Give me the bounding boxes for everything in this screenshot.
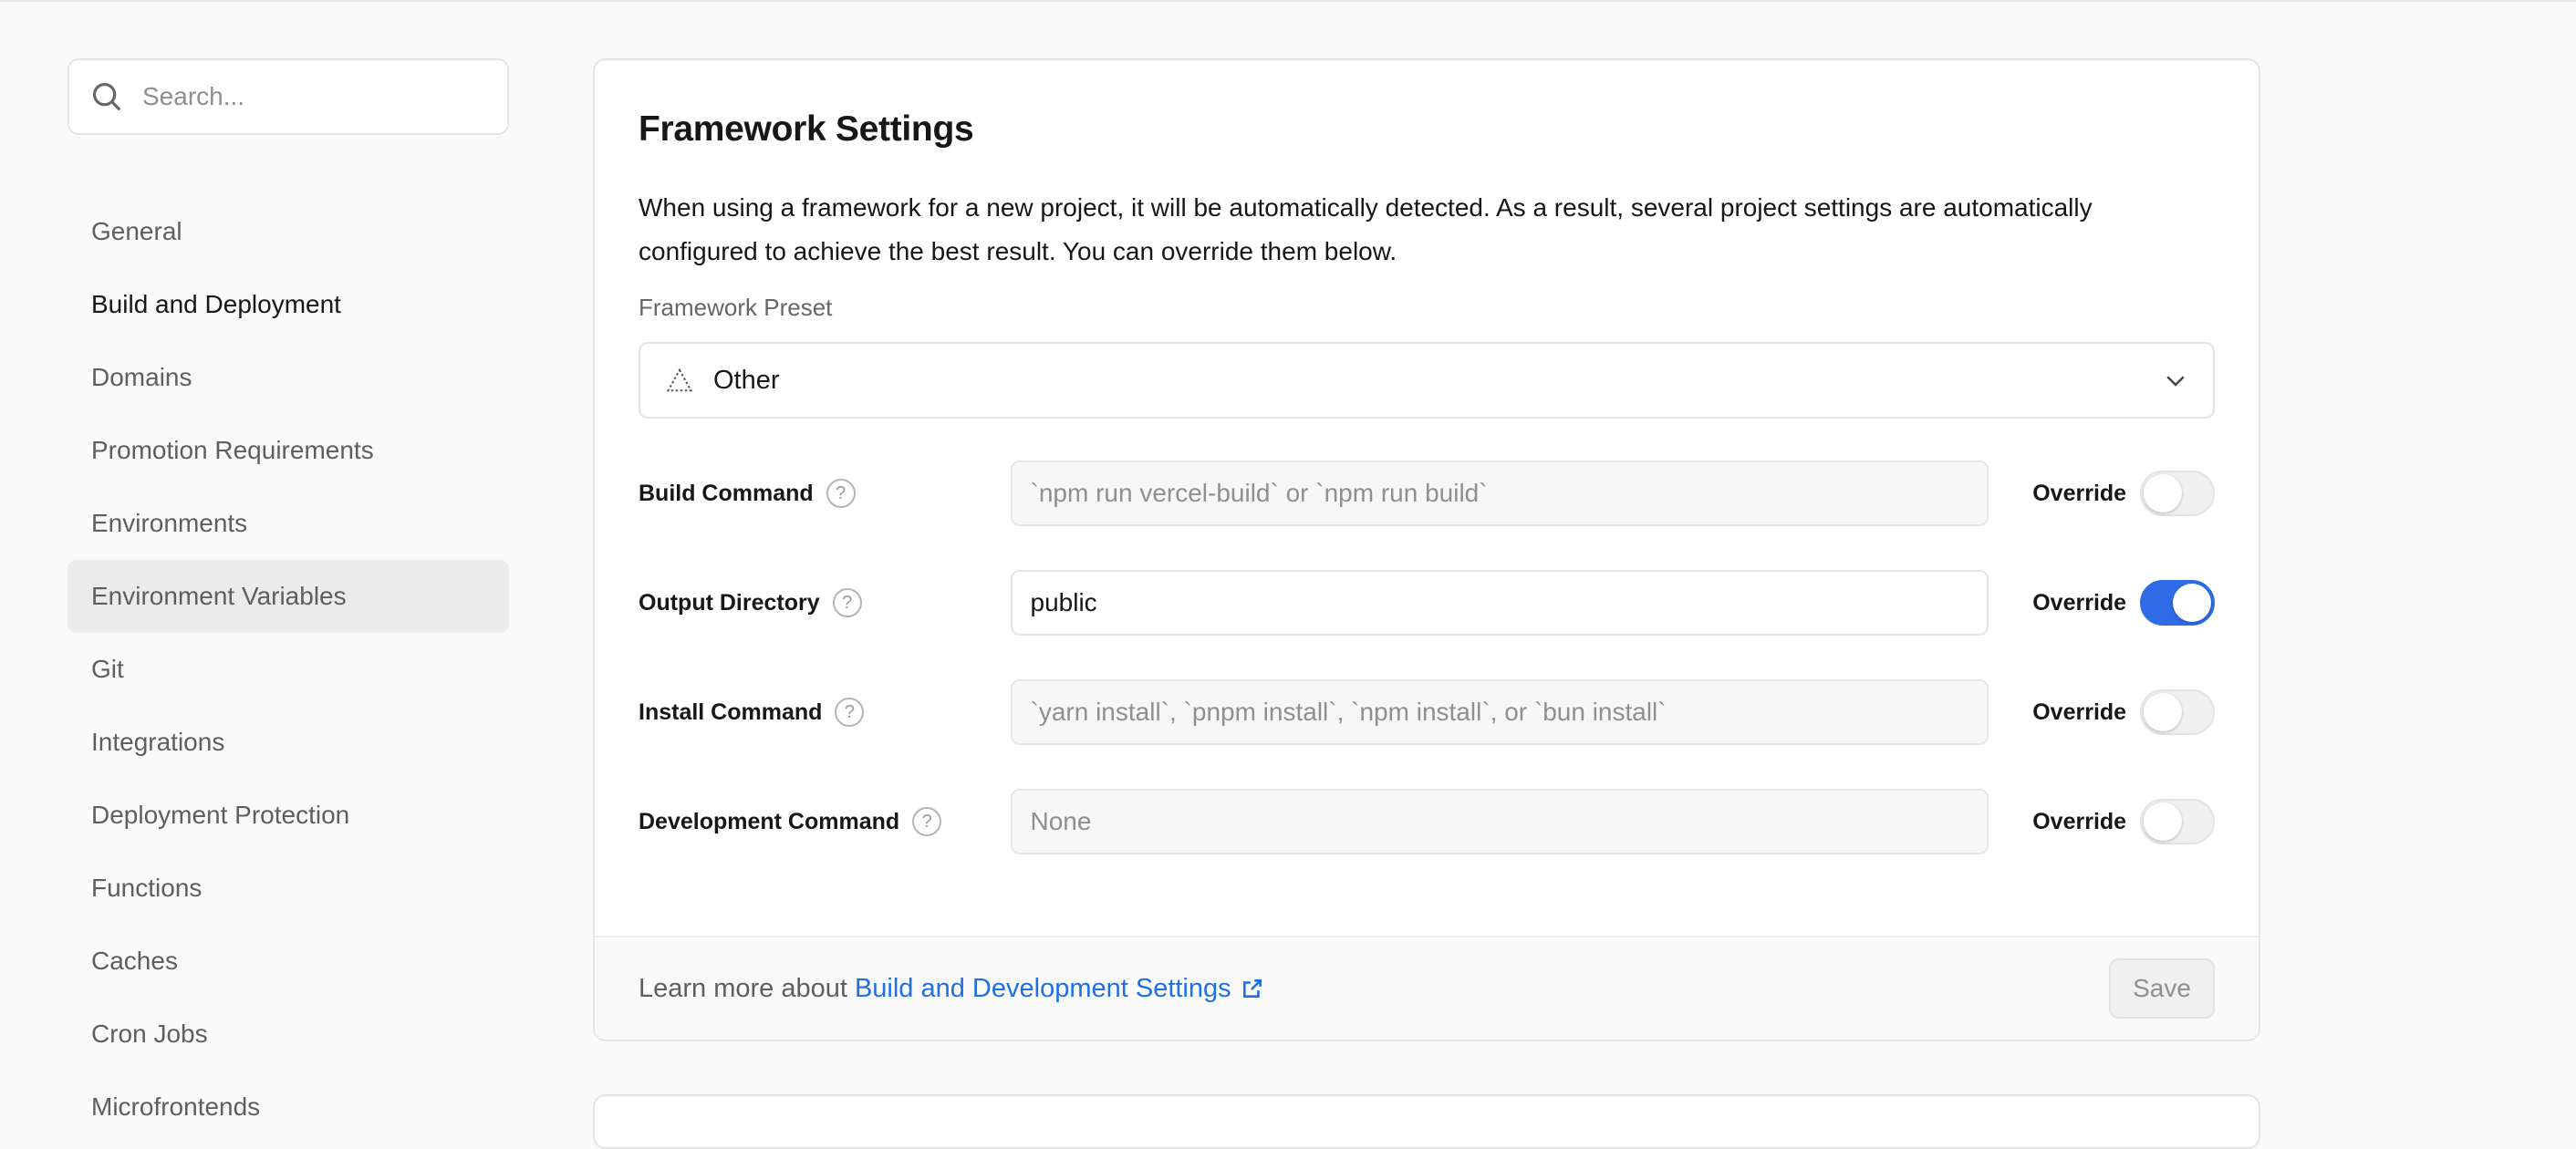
toggle-knob bbox=[2144, 802, 2183, 841]
sidebar-item-promotion-requirements[interactable]: Promotion Requirements bbox=[68, 414, 509, 487]
save-button[interactable]: Save bbox=[2109, 958, 2215, 1019]
other-framework-icon bbox=[666, 367, 693, 392]
sidebar-item-build-and-deployment[interactable]: Build and Deployment bbox=[68, 268, 509, 341]
search-input[interactable] bbox=[142, 82, 507, 111]
development-command-label: Development Command bbox=[639, 808, 900, 834]
help-icon[interactable]: ? bbox=[832, 588, 862, 617]
toggle-knob bbox=[2144, 693, 2183, 731]
override-label: Override bbox=[2032, 480, 2127, 506]
search-box[interactable] bbox=[68, 58, 509, 135]
learn-more-text: Learn more about Build and Development S… bbox=[639, 974, 2109, 1004]
external-link-icon bbox=[1242, 979, 1262, 998]
chevron-down-icon bbox=[2166, 376, 2185, 387]
sidebar-item-environments[interactable]: Environments bbox=[68, 487, 509, 560]
sidebar-item-general[interactable]: General bbox=[68, 195, 509, 268]
top-divider bbox=[0, 0, 2576, 2]
sidebar-item-environment-variables[interactable]: Environment Variables bbox=[68, 560, 509, 633]
install-command-row: Install Command ? Override bbox=[639, 679, 2215, 745]
build-command-input[interactable] bbox=[1010, 461, 1989, 526]
sidebar: General Build and Deployment Domains Pro… bbox=[68, 58, 509, 1144]
build-command-row: Build Command ? Override bbox=[639, 461, 2215, 526]
override-label: Override bbox=[2032, 589, 2127, 616]
install-command-input[interactable] bbox=[1010, 679, 1989, 745]
framework-settings-card: Framework Settings When using a framewor… bbox=[593, 58, 2260, 1041]
output-directory-override-toggle[interactable] bbox=[2140, 580, 2215, 626]
development-command-override-toggle[interactable] bbox=[2140, 799, 2215, 844]
card-description: When using a framework for a new project… bbox=[639, 193, 2093, 265]
framework-preset-select[interactable]: Other bbox=[639, 342, 2215, 419]
install-command-label: Install Command bbox=[639, 699, 823, 725]
output-directory-input[interactable] bbox=[1010, 570, 1989, 636]
build-settings-docs-link-label: Build and Development Settings bbox=[854, 973, 1231, 1003]
framework-preset-label: Framework Preset bbox=[639, 294, 833, 321]
sidebar-item-domains[interactable]: Domains bbox=[68, 341, 509, 414]
sidebar-item-microfrontends[interactable]: Microfrontends bbox=[68, 1071, 509, 1144]
sidebar-item-functions[interactable]: Functions bbox=[68, 852, 509, 925]
development-command-row: Development Command ? Override bbox=[639, 789, 2215, 854]
help-icon[interactable]: ? bbox=[826, 479, 856, 508]
build-command-override-toggle[interactable] bbox=[2140, 471, 2215, 516]
learn-more-prefix: Learn more about bbox=[639, 973, 847, 1003]
sidebar-item-cron-jobs[interactable]: Cron Jobs bbox=[68, 998, 509, 1071]
output-directory-label: Output Directory bbox=[639, 589, 820, 616]
next-settings-card bbox=[593, 1094, 2260, 1149]
override-label: Override bbox=[2032, 699, 2127, 725]
build-settings-docs-link[interactable]: Build and Development Settings bbox=[855, 974, 1264, 1004]
sidebar-item-deployment-protection[interactable]: Deployment Protection bbox=[68, 779, 509, 852]
settings-nav: General Build and Deployment Domains Pro… bbox=[68, 195, 509, 1144]
build-command-label: Build Command bbox=[639, 480, 814, 506]
toggle-knob bbox=[2144, 474, 2183, 512]
help-icon[interactable]: ? bbox=[912, 807, 942, 836]
help-icon[interactable]: ? bbox=[835, 698, 865, 727]
card-footer: Learn more about Build and Development S… bbox=[595, 936, 2259, 1040]
install-command-override-toggle[interactable] bbox=[2140, 689, 2215, 735]
sidebar-item-git[interactable]: Git bbox=[68, 633, 509, 706]
output-directory-row: Output Directory ? Override bbox=[639, 570, 2215, 636]
sidebar-item-caches[interactable]: Caches bbox=[68, 925, 509, 998]
sidebar-item-integrations[interactable]: Integrations bbox=[68, 706, 509, 779]
framework-preset-value: Other bbox=[713, 365, 780, 395]
toggle-knob bbox=[2173, 584, 2212, 622]
card-title: Framework Settings bbox=[639, 109, 974, 149]
search-icon bbox=[92, 82, 121, 111]
override-label: Override bbox=[2032, 808, 2127, 834]
development-command-input[interactable] bbox=[1010, 789, 1989, 854]
